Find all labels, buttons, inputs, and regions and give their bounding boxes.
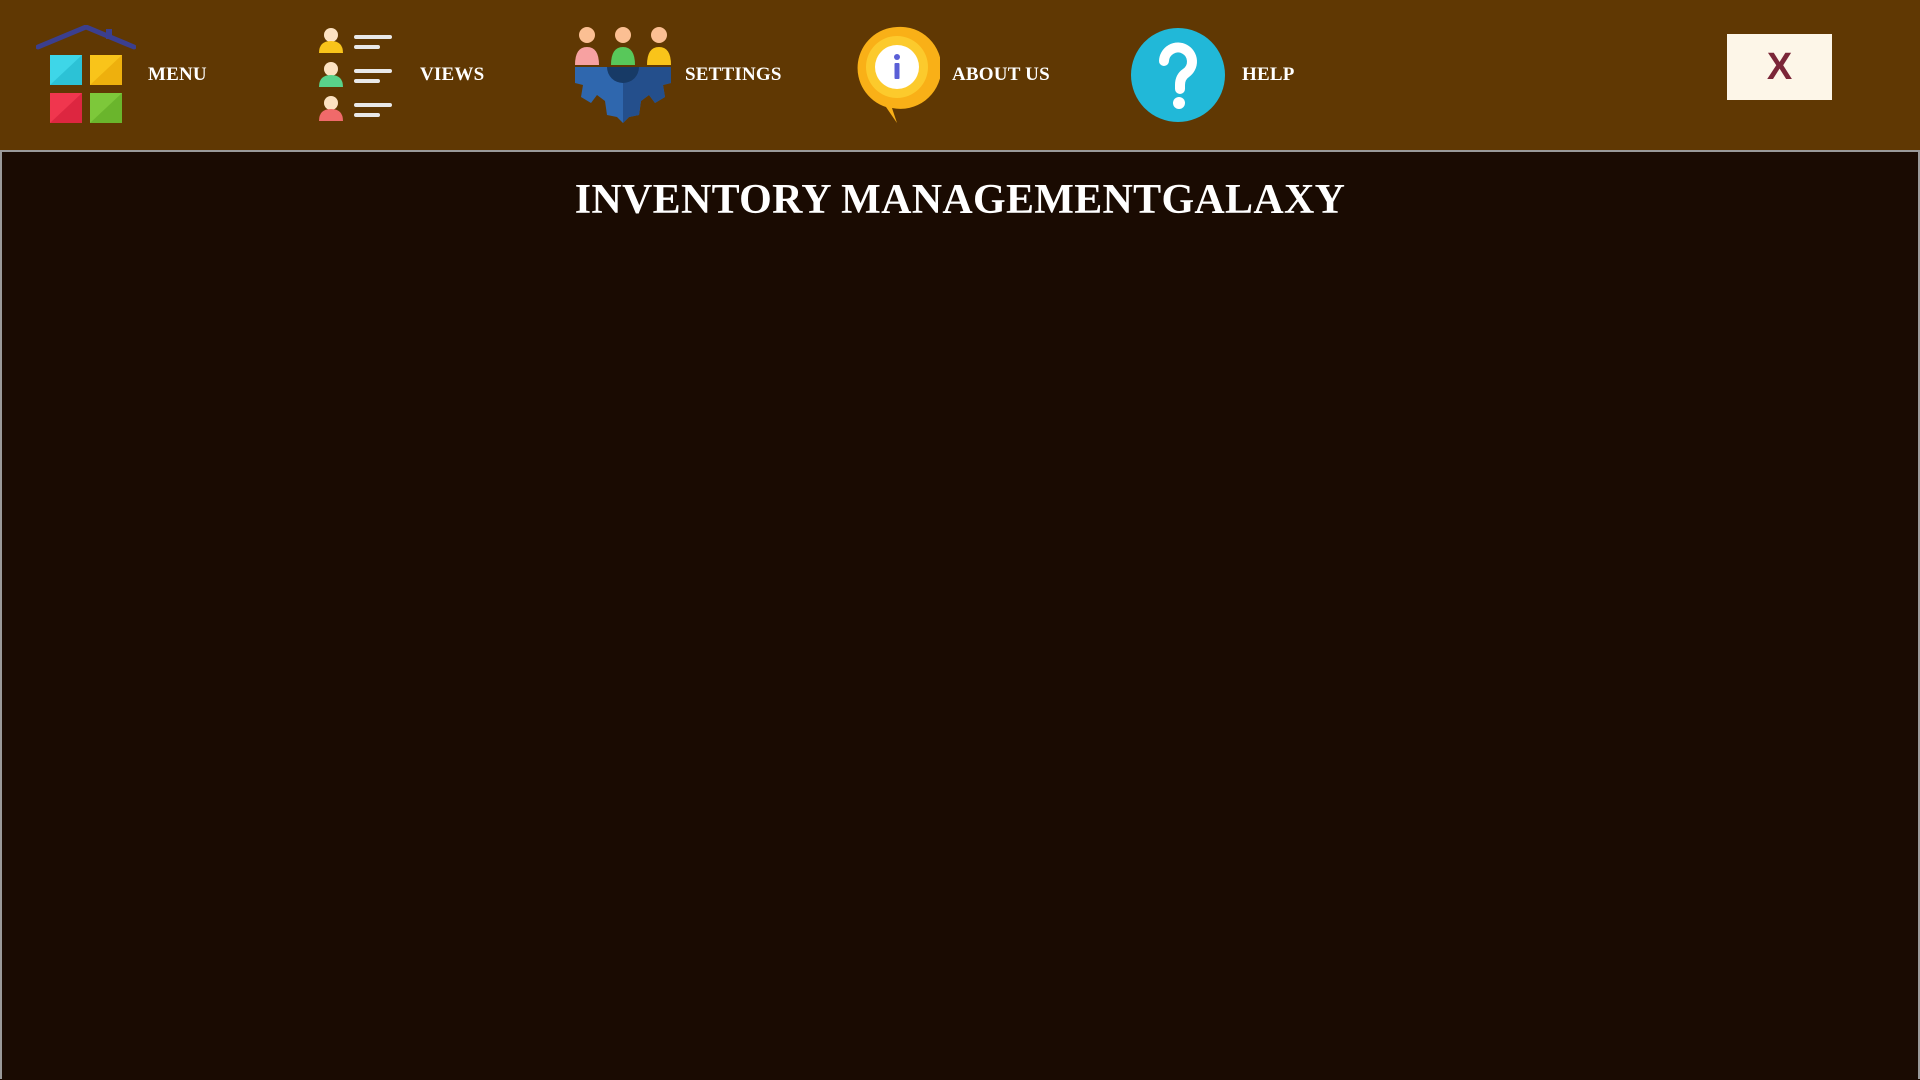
info-pin-icon: [854, 25, 942, 125]
views-label: VIEWS: [420, 64, 485, 85]
home-grid-icon: [35, 24, 137, 125]
team-gear-icon: [573, 25, 673, 125]
top-toolbar: MENU VIEWS SETTINGS ABOUT US HELP X: [0, 0, 1920, 150]
help-button[interactable]: HELP: [1130, 0, 1295, 150]
help-label: HELP: [1242, 64, 1295, 85]
question-circle-icon: [1130, 25, 1226, 125]
user-list-icon: [318, 25, 396, 125]
app-window: MENU VIEWS SETTINGS ABOUT US HELP X INVE…: [0, 0, 1920, 1080]
page-title: INVENTORY MANAGEMENTGALAXY: [574, 177, 1346, 223]
settings-button[interactable]: SETTINGS: [573, 0, 782, 150]
menu-label: MENU: [148, 64, 207, 85]
about-us-button[interactable]: ABOUT US: [854, 0, 1050, 150]
about-us-label: ABOUT US: [952, 64, 1050, 85]
close-button[interactable]: X: [1727, 34, 1832, 100]
views-button[interactable]: VIEWS: [318, 0, 484, 150]
menu-button[interactable]: MENU: [35, 0, 207, 150]
settings-label: SETTINGS: [685, 64, 782, 85]
main-panel: INVENTORY MANAGEMENTGALAXY: [0, 150, 1920, 1079]
close-label: X: [1766, 46, 1793, 88]
